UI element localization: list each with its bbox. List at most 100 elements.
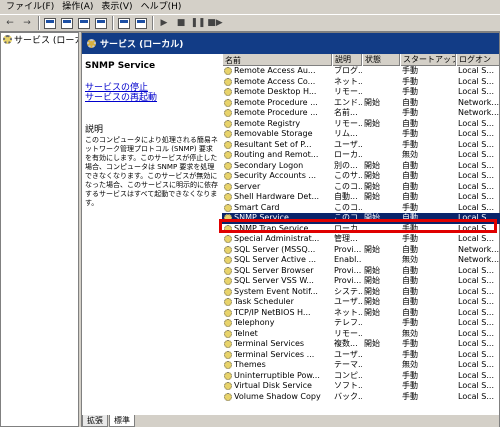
tree-item-services-local[interactable]: サービス (ローカル) <box>1 33 78 46</box>
service-name-label: Remote Desktop H... <box>234 87 317 96</box>
service-name-label: SNMP Trap Service <box>234 223 309 233</box>
service-name-cell: Smart Card <box>222 203 332 214</box>
gear-icon <box>224 371 232 380</box>
tree-item-label: サービス (ローカル) <box>14 36 78 46</box>
table-row[interactable]: TCP/IP NetBIOS H... ネット...開始 自動 Local S... <box>222 308 500 319</box>
toolbar-separator <box>152 16 154 30</box>
service-startup-cell: 自動 <box>402 265 418 275</box>
table-row[interactable]: Remote Procedure ... 名前... 手動 Network... <box>222 108 500 119</box>
service-startup-cell: 手動 <box>402 339 418 348</box>
table-row[interactable]: Volume Shadow Copy バック... 手動 Local S... <box>222 392 500 403</box>
column-header-logon[interactable]: ログオン <box>456 54 500 66</box>
table-row[interactable]: SNMP Service このコ...開始 自動 Local S... <box>222 213 500 224</box>
selected-service-name: SNMP Service <box>85 61 156 71</box>
service-description-cell: テーマ... <box>334 360 362 369</box>
table-row[interactable]: Uninterruptible Pow... コンピ... 手動 Local S... <box>222 371 500 382</box>
table-row[interactable]: Terminal Services ... ユーザ... 手動 Local S... <box>222 350 500 361</box>
service-logon-cell: Local S... <box>458 66 494 75</box>
gear-icon <box>224 88 232 97</box>
gear-icon <box>224 361 232 370</box>
help-icon[interactable] <box>117 16 131 30</box>
service-name-label: SQL Server Active ... <box>234 255 317 264</box>
gear-icon <box>224 193 232 202</box>
table-row[interactable]: SQL Server Active ... Enabl... 無効 Network..… <box>222 255 500 266</box>
export-list-icon[interactable] <box>94 16 108 30</box>
table-row[interactable]: SQL Server (MSSQ... Provi... 開始 自動 Network..… <box>222 245 500 256</box>
console-icon[interactable] <box>134 16 148 30</box>
restart-icon[interactable]: ■▶ <box>207 16 222 30</box>
service-logon-cell: Local S... <box>458 160 494 170</box>
service-name-label: Themes <box>234 360 266 369</box>
gear-icon <box>224 119 232 128</box>
table-row[interactable]: Task Scheduler ユーザ...開始 自動 Local S... <box>222 297 500 308</box>
column-header-description[interactable]: 説明 <box>332 54 362 66</box>
stop-service-link[interactable]: サービスの停止 <box>85 83 218 93</box>
menu-view[interactable]: 表示(V) <box>97 0 136 14</box>
console-tree-icon[interactable] <box>43 16 57 30</box>
pause-icon[interactable]: ❚❚ <box>190 16 205 30</box>
service-name-cell: Routing and Remot... <box>222 150 332 161</box>
service-status-cell <box>362 329 400 340</box>
service-description-cell: コンピ... <box>334 370 362 380</box>
table-row[interactable]: Telephony テレフ... 手動 Local S... <box>222 318 500 329</box>
service-name-cell: SNMP Service <box>222 213 332 224</box>
table-row[interactable]: Shell Hardware Det... 自動... 開始 自動 Local S... <box>222 192 500 203</box>
service-description-cell: ソフト... <box>334 381 362 390</box>
table-row[interactable]: Remote Access Co... ネット... 手動 Local S... <box>222 77 500 88</box>
service-description-cell: リモー... <box>334 118 362 128</box>
menu-help[interactable]: ヘルプ(H) <box>137 0 186 14</box>
service-status-cell: 開始 <box>364 339 380 348</box>
gear-icon <box>3 35 12 44</box>
table-row[interactable]: Themes テーマ... 無効 Local S... <box>222 360 500 371</box>
service-name-label: Remote Registry <box>234 118 301 128</box>
table-row[interactable]: Secondary Logon 別の... 開始 自動 Local S... <box>222 161 500 172</box>
table-row[interactable]: Smart Card このコ... 手動 Local S... <box>222 203 500 214</box>
service-logon-cell: Network... <box>458 97 500 107</box>
table-row[interactable]: Remote Access Au... ブログ... 手動 Local S... <box>222 66 500 77</box>
service-name-label: Shell Hardware Det... <box>234 192 320 201</box>
table-row[interactable]: SQL Server Browser Provi... 開始 自動 Local S... <box>222 266 500 277</box>
description-panel: SNMP Service サービスの停止 サービスの再起動 説明 このコンピュー… <box>85 58 218 422</box>
service-status-cell: 開始 <box>364 265 380 275</box>
service-description-cell: エンド... <box>334 97 362 107</box>
menu-action[interactable]: 操作(A) <box>58 0 97 14</box>
properties-icon[interactable] <box>60 16 74 30</box>
service-logon-cell: Local S... <box>458 213 494 222</box>
service-description-cell: ユーザ... <box>334 297 362 306</box>
gear-icon <box>224 182 232 191</box>
refresh-icon[interactable] <box>77 16 91 30</box>
service-description-cell: リモー... <box>334 87 362 96</box>
table-row[interactable]: Security Accounts ... このサ...開始 自動 Local S..… <box>222 171 500 182</box>
play-icon[interactable]: ▶ <box>157 16 171 30</box>
tab-extended[interactable]: 拡張 <box>82 415 108 427</box>
table-row[interactable]: SNMP Trap Service ローカ... 手動 Local S... <box>222 224 500 235</box>
column-header-status[interactable]: 状態 <box>362 54 400 66</box>
column-header-name[interactable]: 名前 <box>222 54 332 66</box>
service-name-label: Remote Procedure ... <box>234 108 318 117</box>
column-header-startup-type[interactable]: スタートアップの種類 <box>400 54 456 66</box>
table-row[interactable]: Removable Storage リム... 手動 Local S... <box>222 129 500 140</box>
table-row[interactable]: Server このコ...開始 自動 Local S... <box>222 182 500 193</box>
restart-service-link[interactable]: サービスの再起動 <box>85 93 218 103</box>
forward-arrow-icon[interactable]: → <box>20 16 34 30</box>
service-logon-cell: Local S... <box>458 276 494 285</box>
back-arrow-icon[interactable]: ← <box>3 16 17 30</box>
table-row[interactable]: Telnet リモー... 無効 Local S... <box>222 329 500 340</box>
table-row[interactable]: Remote Procedure ... エンド...開始 自動 Network... <box>222 98 500 109</box>
table-row[interactable]: Virtual Disk Service ソフト... 手動 Local S... <box>222 381 500 392</box>
gear-icon <box>224 172 232 181</box>
table-row[interactable]: Resultant Set of P... ユーザ... 手動 Local S... <box>222 140 500 151</box>
stop-icon[interactable]: ■ <box>174 16 188 30</box>
service-startup-cell: 自動 <box>402 118 418 128</box>
table-row[interactable]: Routing and Remot... ローカ... 無効 Local S... <box>222 150 500 161</box>
tab-standard[interactable]: 標準 <box>109 415 135 427</box>
table-row[interactable]: Remote Registry リモー...開始 自動 Local S... <box>222 119 500 130</box>
menu-file[interactable]: ファイル(F) <box>2 0 58 14</box>
service-name-cell: Task Scheduler <box>222 297 332 308</box>
table-row[interactable]: Remote Desktop H... リモー... 手動 Local S... <box>222 87 500 98</box>
service-name-cell: SQL Server Browser <box>222 266 332 277</box>
table-row[interactable]: Terminal Services 複数... 開始 手動 Local S... <box>222 339 500 350</box>
table-row[interactable]: SQL Server VSS W... Provi... 開始 自動 Local S..… <box>222 276 500 287</box>
table-row[interactable]: System Event Notif... システ...開始 自動 Local S..… <box>222 287 500 298</box>
table-row[interactable]: Special Administrat... 管理... 手動 Local S... <box>222 234 500 245</box>
